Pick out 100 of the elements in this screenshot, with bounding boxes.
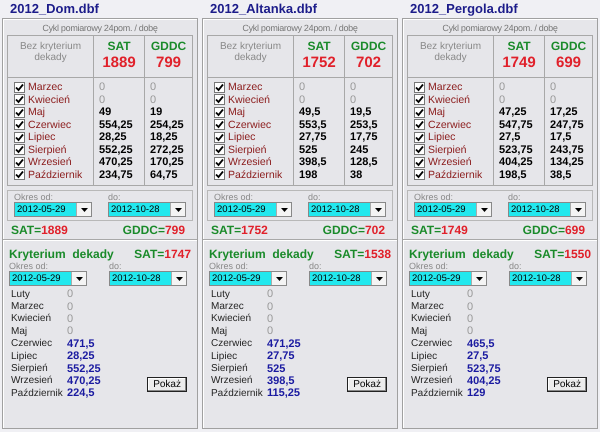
checkbox[interactable] [214,94,225,106]
month-label: Maj [428,106,445,118]
gddc-value: 0 [150,81,156,94]
gddc-value: 17,75 [350,131,378,144]
checkbox[interactable] [214,156,225,168]
month-label: Lipiec [228,131,256,144]
show-button[interactable]: Pokaż [147,376,187,392]
checkbox[interactable] [414,132,425,143]
period-from-label: Okres od: [214,192,254,202]
date-dropdown[interactable]: 2012-05-29 [9,271,87,286]
checkbox[interactable] [414,106,425,118]
file-title: 2012_Altanka.dbf [209,0,318,17]
checkbox[interactable] [214,132,225,143]
month-label: Lipiec [211,350,238,362]
date-dropdown[interactable]: 2012-10-28 [508,202,586,217]
show-button[interactable]: Pokaż [347,376,387,392]
date-dropdown[interactable]: 2012-05-29 [409,271,487,286]
date-dropdown[interactable]: 2012-05-29 [214,202,292,217]
month-label: Lipiec [411,350,438,362]
checkbox[interactable] [414,156,425,168]
decade-value: 0 [67,312,74,325]
checkbox[interactable] [214,106,225,118]
column-total: 699 [556,54,582,72]
checkbox[interactable] [14,94,25,106]
checkbox[interactable] [14,132,25,143]
column-header: GDDC [150,39,186,54]
month-label: Październik [411,388,464,399]
sat-value: 0 [499,94,506,106]
checkbox[interactable] [414,119,425,130]
month-label: Lipiec [11,350,38,362]
month-label: Kwiecień [228,94,270,106]
checkbox[interactable] [214,119,225,130]
checkbox[interactable] [414,144,425,156]
caret-icon [174,208,182,212]
month-label: Wrzesień [411,375,454,386]
gddc-value: 17,25 [550,106,578,118]
date-dropdown[interactable]: 2012-10-28 [509,271,587,286]
show-button[interactable]: Pokaż [547,376,587,392]
total-label: GDDC= [522,223,565,237]
sat-value: 0 [99,94,106,106]
total-value: 1550 [564,247,591,261]
gddc-value: 247,75 [550,118,584,131]
checkbox[interactable] [14,82,25,93]
gddc-value: 0 [150,94,156,106]
date-dropdown[interactable]: 2012-10-28 [308,202,386,217]
file-title: 2012_Dom.dbf [9,0,100,17]
month-label: Luty [411,288,431,300]
month-label: Sierpień [11,363,49,374]
gddc-value: 0 [550,94,556,106]
caret-icon [576,276,582,280]
period-from-label: Okres od: [9,261,50,271]
total-label: SAT= [134,247,164,261]
period-from-label: Okres od: [14,192,54,202]
sat-value: 27,5 [499,131,520,144]
period-to-label: do: [308,192,322,202]
no-criterion-label: Bez kryterium dekady [20,41,82,65]
date-dropdown[interactable]: 2012-05-29 [209,271,287,286]
sat-value: 398,5 [299,156,327,168]
criterion-title: Kryterium dekady [409,247,514,261]
month-label: Czerwiec [428,118,472,131]
decade-value: 404,25 [467,374,501,387]
gddc-value: 0 [350,94,356,106]
decade-value: 0 [467,288,474,300]
checkbox[interactable] [414,169,425,180]
sat-value: 554,25 [99,118,133,131]
checkbox[interactable] [14,169,25,180]
checkbox[interactable] [214,82,225,93]
checkbox[interactable] [414,94,425,106]
checkbox[interactable] [14,156,25,168]
date-dropdown[interactable]: 2012-10-28 [309,271,387,286]
checkbox[interactable] [414,82,425,93]
decade-value: 0 [267,300,274,313]
date-dropdown[interactable]: 2012-10-28 [109,271,187,286]
date-dropdown[interactable]: 2012-10-28 [108,202,186,217]
decade-value: 523,75 [467,362,501,375]
month-label: Czerwiec [28,118,72,131]
month-label: Marzec [11,301,45,312]
month-label: Październik [11,388,64,399]
sat-value: 49 [99,106,112,118]
checkbox[interactable] [214,169,225,180]
month-label: Wrzesień [28,156,72,168]
caret-icon [374,208,382,212]
cycle-caption: Cykl pomiarowy 24pom. / dobę [241,23,359,34]
caret-icon [376,276,382,280]
period-from-label: Okres od: [414,192,454,202]
month-label: Maj [28,106,45,118]
total-value: 1747 [164,247,191,261]
checkbox[interactable] [14,106,25,118]
date-dropdown[interactable]: 2012-05-29 [14,202,92,217]
decade-value: 0 [467,312,474,325]
date-dropdown[interactable]: 2012-05-29 [414,202,492,217]
period-to-label: do: [309,261,323,271]
sat-value: 404,25 [499,156,533,168]
checkbox[interactable] [14,119,25,130]
decade-value: 0 [267,325,274,338]
checkbox[interactable] [214,144,225,156]
month-label: Lipiec [428,131,456,144]
checkbox[interactable] [14,144,25,156]
month-label: Czerwiec [11,338,54,350]
total-label: SAT= [11,223,42,237]
